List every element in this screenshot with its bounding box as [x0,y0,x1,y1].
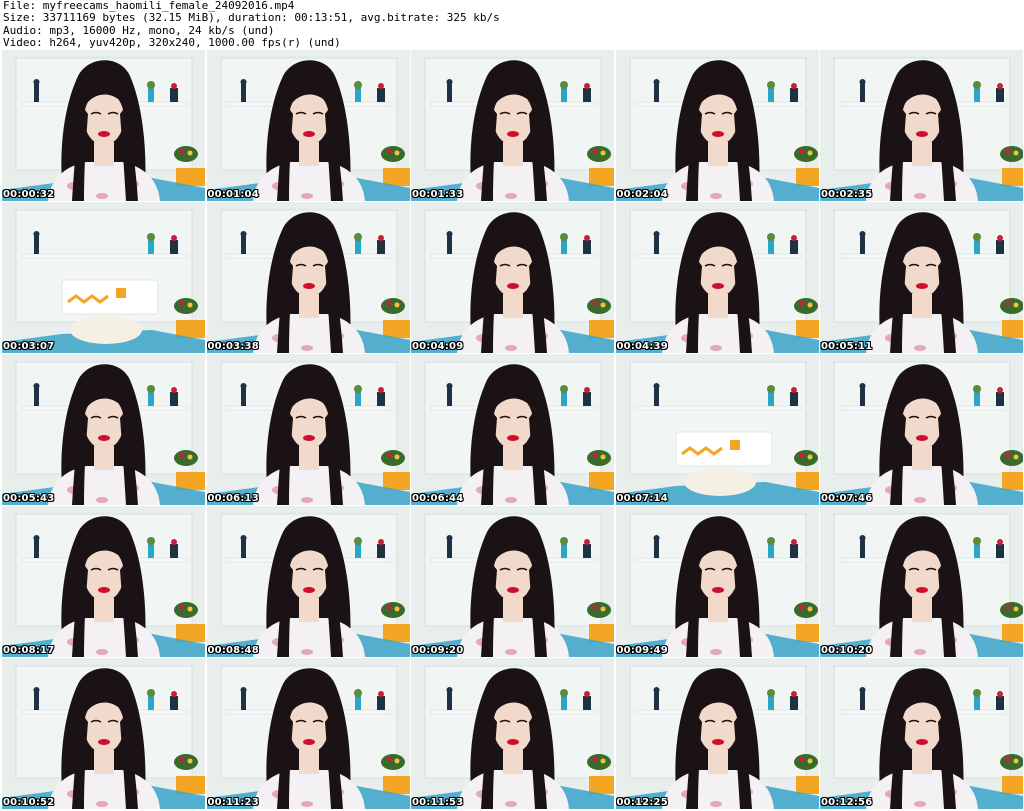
thumbnail-frame-image [206,506,410,657]
thumbnail-frame-image [2,202,205,353]
video-thumbnail: 00:01:33 [411,50,614,201]
thumbnail-timestamp: 00:06:44 [412,493,464,504]
thumbnail-timestamp: 00:12:25 [616,797,668,808]
thumbnail-timestamp: 00:03:07 [3,341,55,352]
thumbnail-frame-image [411,202,614,353]
thumbnail-timestamp: 00:10:52 [3,797,55,808]
thumbnail-frame-image [206,50,410,201]
thumbnail-frame-image [2,658,205,809]
thumbnail-frame-image [206,658,410,809]
video-thumbnail: 00:11:53 [411,658,614,809]
video-info-line: Video: h264, yuv420p, 320x240, 1000.00 f… [3,36,341,50]
thumbnail-frame-image [206,354,410,505]
thumbnail-timestamp: 00:04:39 [616,341,668,352]
video-thumbnail: 00:09:20 [411,506,614,657]
thumbnail-frame-image [411,50,614,201]
thumbnail-frame-image [820,506,1023,657]
thumbnail-frame-image [820,658,1023,809]
thumbnail-timestamp: 00:08:17 [3,645,55,656]
video-thumbnail: 00:07:46 [820,354,1023,505]
video-thumbnail: 00:10:20 [820,506,1023,657]
video-thumbnail: 00:04:09 [411,202,614,353]
video-thumbnail: 00:07:14 [615,354,819,505]
thumbnail-frame-image [615,354,819,505]
thumbnail-frame-image [206,202,410,353]
video-thumbnail: 00:09:49 [615,506,819,657]
thumbnail-timestamp: 00:07:14 [616,493,668,504]
video-thumbnail: 00:02:35 [820,50,1023,201]
thumbnail-timestamp: 00:03:38 [207,341,259,352]
thumbnail-frame-image [615,658,819,809]
thumbnail-timestamp: 00:08:48 [207,645,259,656]
video-thumbnail: 00:06:44 [411,354,614,505]
video-thumbnail: 00:08:48 [206,506,410,657]
video-thumbnail: 00:03:38 [206,202,410,353]
thumbnail-frame-image [615,202,819,353]
thumbnail-frame-image [2,506,205,657]
video-thumbnail: 00:06:13 [206,354,410,505]
thumbnail-timestamp: 00:05:11 [821,341,873,352]
thumbnail-frame-image [411,658,614,809]
video-thumbnail: 00:01:04 [206,50,410,201]
thumbnail-frame-image [820,202,1023,353]
video-thumbnail: 00:05:11 [820,202,1023,353]
video-thumbnail: 00:11:23 [206,658,410,809]
thumbnail-timestamp: 00:09:49 [616,645,668,656]
thumbnail-timestamp: 00:06:13 [207,493,259,504]
thumbnail-timestamp: 00:11:53 [412,797,464,808]
file-size-line: Size: 33711169 bytes (32.15 MiB), durati… [3,11,500,25]
thumbnail-timestamp: 00:02:04 [616,189,668,200]
thumbnail-timestamp: 00:10:20 [821,645,873,656]
thumbnail-timestamp: 00:12:56 [821,797,873,808]
video-thumbnail: 00:00:32 [2,50,205,201]
video-thumbnail: 00:10:52 [2,658,205,809]
video-thumbnail: 00:04:39 [615,202,819,353]
thumbnail-timestamp: 00:11:23 [207,797,259,808]
file-info-header: File: myfreecams_haomili_female_24092016… [0,0,1024,50]
thumbnail-timestamp: 00:05:43 [3,493,55,504]
thumbnail-frame-image [411,506,614,657]
thumbnail-frame-image [2,354,205,505]
video-thumbnail: 00:12:25 [615,658,819,809]
thumbnail-timestamp: 00:07:46 [821,493,873,504]
video-thumbnail: 00:12:56 [820,658,1023,809]
thumbnail-frame-image [411,354,614,505]
video-thumbnail: 00:05:43 [2,354,205,505]
video-thumbnail: 00:02:04 [615,50,819,201]
thumbnail-frame-image [820,354,1023,505]
thumbnail-timestamp: 00:01:04 [207,189,259,200]
thumbnail-timestamp: 00:04:09 [412,341,464,352]
thumbnail-frame-image [615,50,819,201]
thumbnail-timestamp: 00:00:32 [3,189,55,200]
video-thumbnail: 00:08:17 [2,506,205,657]
thumbnail-timestamp: 00:01:33 [412,189,464,200]
thumbnail-frame-image [615,506,819,657]
thumbnail-timestamp: 00:02:35 [821,189,873,200]
thumbnail-grid: 00:00:32 00:01:04 00:01:33 00:02:04 00:02:35… [2,50,1023,811]
thumbnail-frame-image [820,50,1023,201]
video-thumbnail: 00:03:07 [2,202,205,353]
thumbnail-timestamp: 00:09:20 [412,645,464,656]
thumbnail-frame-image [2,50,205,201]
